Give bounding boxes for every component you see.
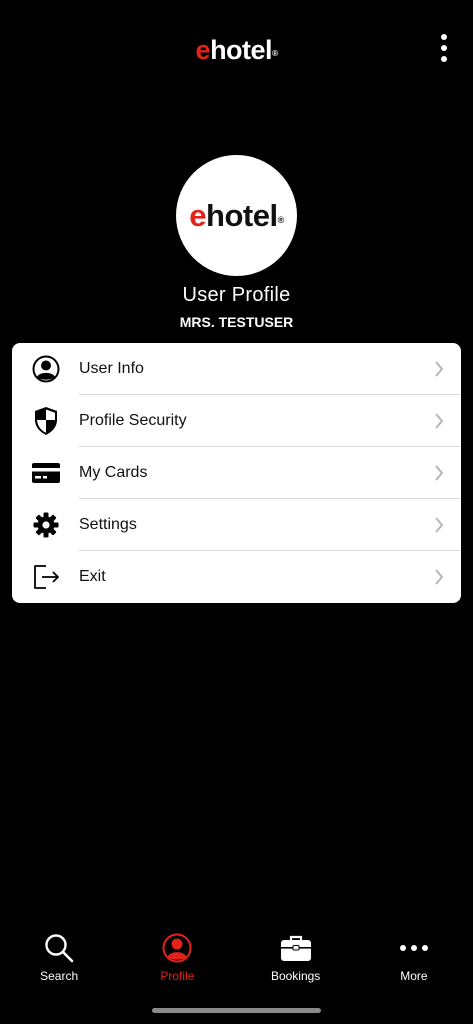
tab-label: Search: [40, 969, 79, 983]
chevron-right-icon: [433, 464, 445, 482]
chevron-right-icon: [433, 516, 445, 534]
menu-item-label: Settings: [79, 516, 137, 533]
menu-item-my-cards[interactable]: My Cards: [12, 447, 461, 499]
tab-search[interactable]: Search: [0, 928, 118, 988]
menu-item-user-info[interactable]: User Info: [12, 343, 461, 395]
shield-icon: [31, 406, 61, 436]
credit-card-icon: [31, 458, 61, 488]
menu-item-label: My Cards: [79, 464, 148, 481]
menu-item-label: User Info: [79, 360, 144, 377]
app-header: ehotel®: [0, 0, 473, 100]
menu-item-label: Profile Security: [79, 412, 187, 429]
tab-more[interactable]: More: [355, 928, 473, 988]
briefcase-icon: [280, 932, 312, 964]
avatar: e hotel ®: [176, 155, 297, 276]
profile-icon: [161, 932, 193, 964]
gear-icon: [31, 510, 61, 540]
chevron-right-icon: [433, 412, 445, 430]
tab-label: More: [400, 969, 428, 983]
chevron-right-icon: [433, 360, 445, 378]
logout-icon: [31, 562, 61, 592]
more-dots-icon: [398, 932, 430, 964]
bottom-tab-bar: Search Profile Bookings More: [0, 928, 473, 988]
ehotel-logo: ehotel®: [195, 35, 278, 65]
profile-menu: User Info Profile Security My Cards Sett…: [12, 343, 461, 603]
home-indicator: [152, 1008, 321, 1013]
page-title: User Profile: [182, 284, 291, 306]
tab-profile[interactable]: Profile: [118, 928, 236, 988]
menu-item-exit[interactable]: Exit: [12, 551, 461, 603]
tab-label: Bookings: [270, 969, 321, 983]
search-icon: [43, 932, 75, 964]
menu-item-label: Exit: [79, 568, 106, 585]
menu-item-profile-security[interactable]: Profile Security: [12, 395, 461, 447]
tab-bookings[interactable]: Bookings: [237, 928, 355, 988]
kebab-menu-icon[interactable]: [437, 34, 451, 62]
chevron-right-icon: [433, 568, 445, 586]
user-name: MRS. TESTUSER: [179, 314, 294, 330]
menu-item-settings[interactable]: Settings: [12, 499, 461, 551]
user-circle-icon: [31, 354, 61, 384]
tab-label: Profile: [160, 969, 195, 983]
